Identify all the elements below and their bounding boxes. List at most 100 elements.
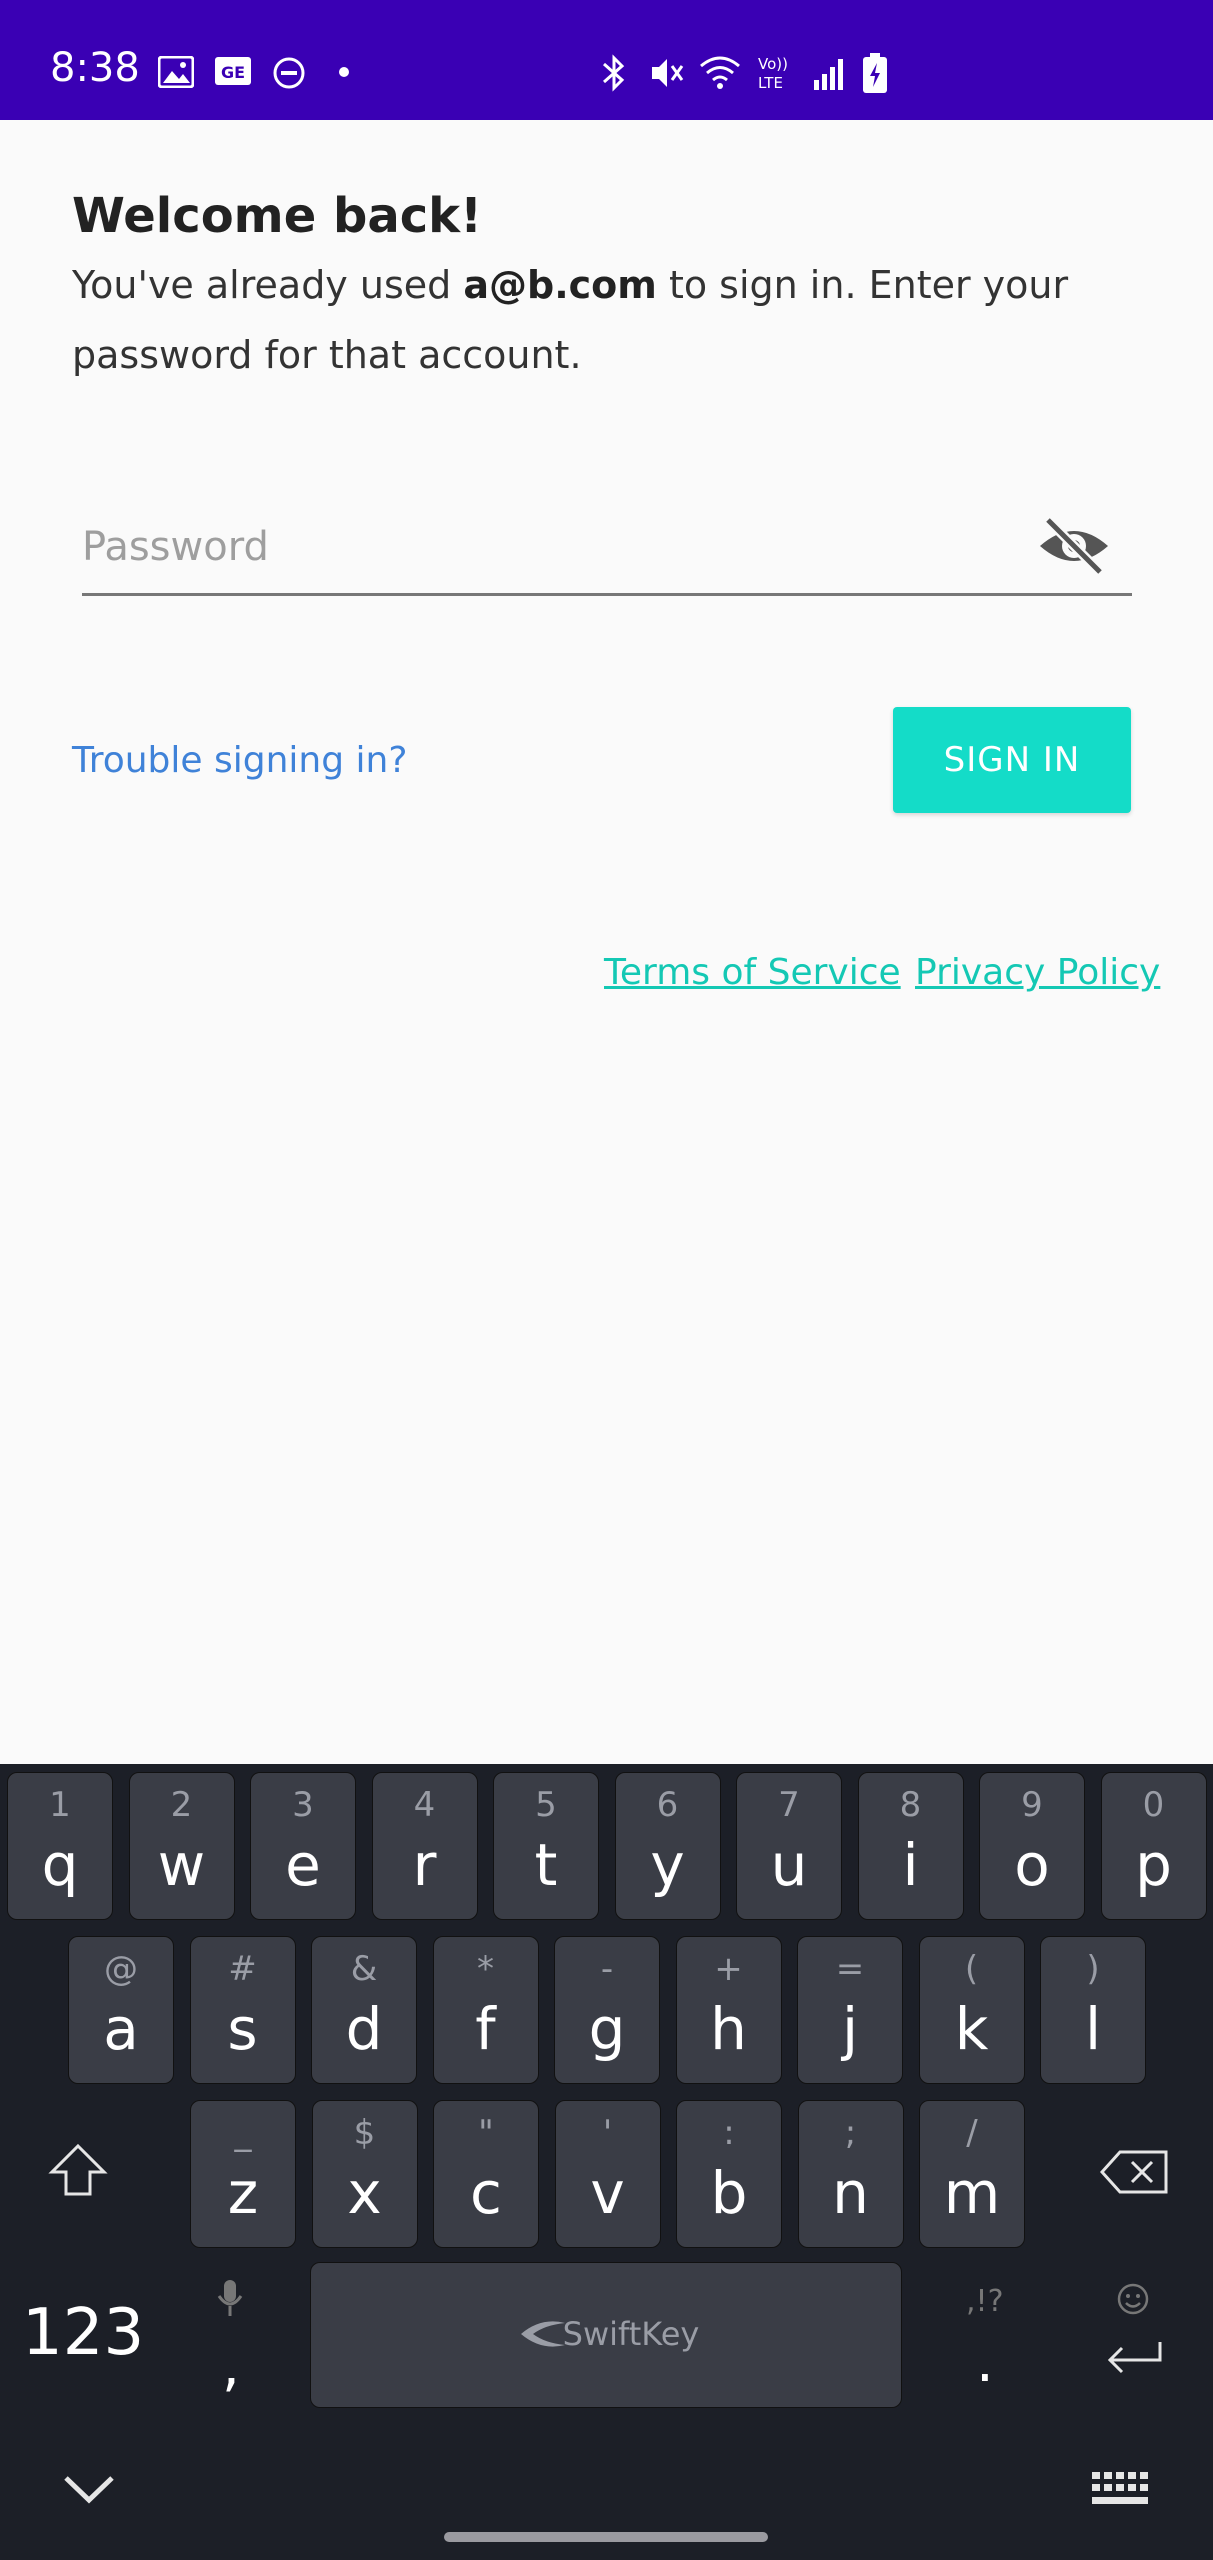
key-hint: 7 [778,1785,800,1825]
password-input[interactable] [82,512,982,582]
key-f[interactable]: * f [432,1936,539,2084]
key-s[interactable]: # s [189,1936,296,2084]
key-c[interactable]: " c [433,2100,539,2248]
key-label: x [347,2159,382,2227]
svg-text:Vo)): Vo)) [758,55,788,73]
dot-icon [339,67,349,77]
key-hint: & [350,1949,378,1989]
key-label: a [103,1995,139,2063]
dnd-icon [273,57,305,89]
gesture-bar[interactable] [444,2532,768,2542]
key-label: t [534,1831,558,1899]
key-k[interactable]: (k [918,1936,1025,2084]
key-label: c [470,2159,502,2227]
visibility-off-icon[interactable] [1036,514,1112,578]
key-w[interactable]: 2w [128,1772,235,1920]
key-hint: : [723,2113,735,2153]
key-t[interactable]: 5t [493,1772,599,1920]
key-e[interactable]: 3e [250,1772,356,1920]
key-hint: 8 [899,1785,922,1825]
welcome-message-prefix: You've already used [72,263,464,307]
key-q[interactable]: 1q [7,1772,113,1920]
key-p[interactable]: 0p [1100,1772,1207,1920]
key-i[interactable]: 8i [857,1772,964,1920]
period-key[interactable]: . [976,2330,994,2395]
key-y[interactable]: 6y [614,1772,721,1920]
spacebar-label: SwiftKey [562,2315,700,2353]
volte-icon: Vo)) LTE [758,55,788,92]
key-n[interactable]: ; n [797,2100,904,2248]
keyboard-switch-icon[interactable] [1090,2470,1154,2510]
battery-icon [863,53,887,93]
sign-in-button[interactable]: SIGN IN [893,707,1131,813]
key-label: z [227,2159,259,2227]
key-label: b [710,2159,748,2227]
key-j[interactable]: = j [797,1936,903,2084]
key-z[interactable]: _ z [190,2100,296,2248]
emoji-icon [1117,2283,1149,2315]
terms-of-service-link[interactable]: Terms of Service [604,952,901,993]
ge-icon: GE [215,57,251,85]
key-b[interactable]: :b [676,2100,782,2248]
welcome-title: Welcome back! [72,188,482,244]
key-hint: 5 [535,1785,557,1825]
enter-icon[interactable] [1104,2338,1164,2378]
key-hint: # [228,1949,257,1989]
key-hint: " [478,2113,494,2153]
privacy-policy-link[interactable]: Privacy Policy [915,952,1160,993]
key-hint: ( [964,1949,979,1989]
key-a[interactable]: @ a [68,1936,174,2084]
account-email: a@b.com [463,263,657,307]
key-hint: 6 [656,1785,679,1825]
key-hint: ) [1086,1949,1100,1989]
key-x[interactable]: $ x [311,2100,418,2248]
punctuation-hint: ,!? [966,2284,1004,2319]
backspace-icon[interactable] [1100,2150,1168,2194]
spacebar[interactable]: SwiftKey [310,2262,902,2408]
numbers-key[interactable]: 123 [22,2296,144,2370]
key-hint: 3 [292,1785,314,1825]
key-d[interactable]: & d [311,1936,417,2084]
key-hint: $ [353,2113,376,2153]
svg-text:LTE: LTE [758,74,783,92]
key-hint: / [966,2113,978,2153]
key-r[interactable]: 4r [371,1772,478,1920]
key-l[interactable]: ) l [1040,1936,1146,2084]
key-label: g [588,1995,626,2063]
key-hint: 4 [413,1785,436,1825]
key-v[interactable]: ' v [554,2100,661,2248]
key-label: r [412,1831,437,1899]
svg-text:GE: GE [221,63,245,82]
key-label: p [1135,1831,1172,1899]
key-label: q [41,1831,79,1899]
key-label: u [770,1831,808,1899]
hide-keyboard-icon[interactable] [62,2472,116,2506]
image-icon [158,56,194,88]
key-label: i [902,1831,919,1899]
key-label: f [475,1995,496,2063]
key-label: s [227,1995,258,2063]
welcome-message: You've already used a@b.com to sign in. … [72,250,1072,390]
key-label: n [832,2159,869,2227]
key-o[interactable]: 9o [979,1772,1085,1920]
key-h[interactable]: + h [675,1936,782,2084]
key-label: v [590,2159,625,2227]
key-hint: ' [602,2113,613,2153]
key-hint: _ [234,2113,252,2153]
key-label: o [1014,1831,1050,1899]
key-m[interactable]: / m [919,2100,1025,2248]
key-g[interactable]: -g [554,1936,660,2084]
key-label: w [157,1831,206,1899]
trouble-signing-in-link[interactable]: Trouble signing in? [72,740,407,781]
key-label: e [285,1831,321,1899]
password-field[interactable] [82,500,1132,596]
comma-key[interactable]: , [222,2334,240,2399]
shift-icon[interactable] [48,2142,108,2198]
bluetooth-icon [603,54,625,92]
key-hint: @ [104,1949,138,1989]
mute-icon [652,59,684,87]
key-label: j [841,1995,859,2063]
microphone-icon [217,2280,243,2316]
key-u[interactable]: 7u [736,1772,842,1920]
signal-icon [814,59,843,90]
